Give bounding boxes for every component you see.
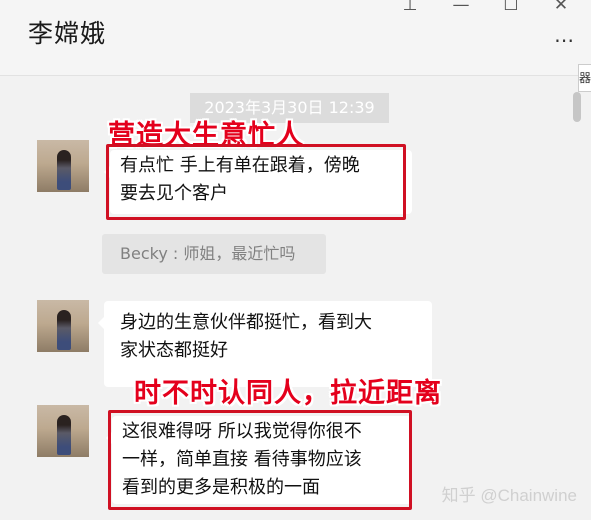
scrollbar-thumb[interactable] [573, 92, 581, 122]
avatar-figure [57, 415, 71, 455]
more-options-icon[interactable]: ⋯ [554, 28, 575, 52]
highlight-box [106, 144, 406, 220]
close-icon[interactable]: ✕ [549, 0, 573, 16]
avatar-figure [57, 310, 71, 350]
maximize-icon[interactable]: ☐ [499, 0, 523, 16]
avatar[interactable] [37, 300, 89, 352]
pin-icon[interactable]: ⊥ [398, 0, 422, 16]
side-panel-peek: 器 [578, 64, 591, 92]
minimize-icon[interactable]: — [449, 0, 473, 16]
avatar-figure [57, 150, 71, 190]
message-line: 身边的生意伙伴都挺忙，看到大 [120, 312, 372, 333]
message-line: 家状态都挺好 [120, 340, 228, 361]
quoted-message[interactable]: Becky : 师姐，最近忙吗 [102, 234, 326, 274]
annotation-label-2: 时不时认同人，拉近距离 [134, 378, 442, 409]
highlight-box [108, 410, 412, 510]
chat-header: 李嫦娥 ⊥ — ☐ ✕ ⋯ [0, 0, 591, 76]
watermark: 知乎 @Chainwine [441, 486, 577, 505]
avatar[interactable] [37, 405, 89, 457]
avatar[interactable] [37, 140, 89, 192]
chat-title: 李嫦娥 [28, 19, 107, 48]
bubble-tail [98, 317, 104, 329]
